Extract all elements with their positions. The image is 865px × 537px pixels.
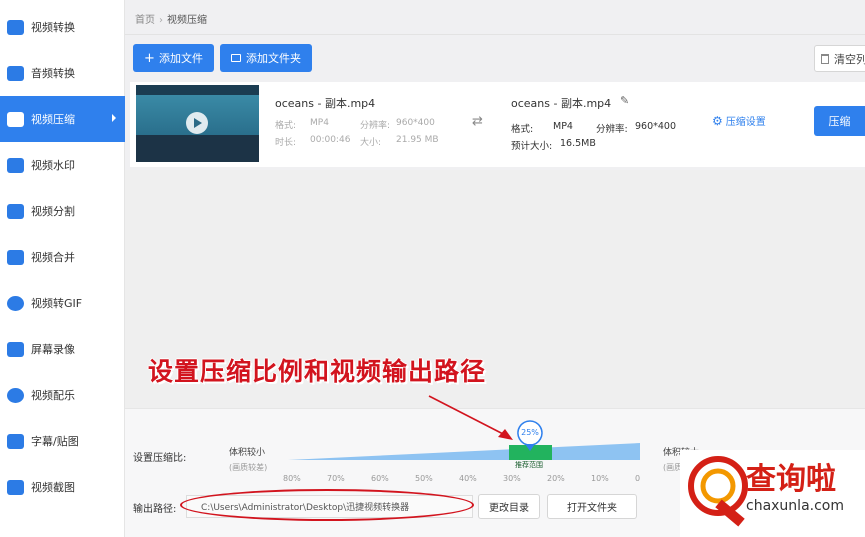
clear-list-label: 清空列	[834, 52, 865, 66]
slider-tick: 30%	[503, 474, 521, 483]
sidebar: 视频转换 音频转换 视频压缩 视频水印 视频分割 视频合并 视频转GIF 屏幕录…	[0, 0, 125, 537]
source-duration-value: 00:00:46	[310, 135, 351, 145]
screen-record-icon	[7, 341, 24, 357]
breadcrumb-home[interactable]: 首页	[135, 15, 155, 26]
watermark-en-text: chaxunla.com	[746, 498, 844, 514]
subtitle-sticker-icon	[7, 433, 24, 449]
source-format-label: 格式:	[275, 121, 297, 131]
thumb-band	[136, 85, 259, 95]
video-gif-icon	[7, 295, 24, 311]
compression-ratio-label: 设置压缩比:	[133, 453, 187, 464]
edit-icon[interactable]: ✎	[620, 94, 629, 107]
sidebar-item-audio-convert[interactable]: 音频转换	[0, 50, 125, 96]
sidebar-item-screen-record[interactable]: 屏幕录像	[0, 326, 125, 372]
add-file-label: 添加文件	[158, 52, 203, 65]
sidebar-item-label: 视频水印	[31, 159, 75, 172]
annotation-caption: 设置压缩比例和视频输出路径	[148, 357, 487, 386]
compress-button[interactable]: 压缩	[814, 106, 865, 136]
slider-tick: 10%	[591, 474, 609, 483]
sidebar-item-label: 视频合并	[31, 251, 75, 264]
video-compress-icon	[7, 111, 24, 127]
sidebar-item-label: 视频转换	[31, 21, 75, 34]
open-folder-button[interactable]: 打开文件夹	[547, 494, 637, 519]
slider-tick: 40%	[459, 474, 477, 483]
video-watermark-icon	[7, 157, 24, 173]
chevron-right-icon	[112, 114, 116, 122]
sidebar-item-video-music[interactable]: 视频配乐	[0, 372, 125, 418]
slider-tick: 80%	[283, 474, 301, 483]
smaller-size-sub: (画质较差)	[229, 463, 268, 472]
video-merge-icon	[7, 249, 24, 265]
source-duration-label: 时长:	[275, 138, 297, 148]
estimate-size-value: 16.5MB	[560, 138, 596, 149]
output-format-value: MP4	[553, 121, 573, 132]
add-file-button[interactable]: + 添加文件	[133, 44, 214, 72]
slider-tick: 0	[635, 474, 641, 483]
slider-tick: 60%	[371, 474, 389, 483]
sidebar-item-label: 视频转GIF	[31, 297, 83, 310]
breadcrumb-separator: ›	[159, 15, 163, 26]
breadcrumb: 首页 › 视频压缩	[135, 11, 207, 26]
compress-settings-label: 压缩设置	[725, 117, 766, 128]
add-folder-label: 添加文件夹	[246, 52, 301, 65]
clear-list-button[interactable]: 清空列	[814, 45, 865, 72]
output-resolution-value: 960*400	[635, 121, 677, 132]
slider-tick: 70%	[327, 474, 345, 483]
sidebar-item-label: 视频压缩	[31, 113, 75, 126]
thumb-band	[136, 135, 259, 162]
video-thumbnail[interactable]	[136, 85, 259, 162]
header-divider	[125, 34, 865, 35]
file-row: oceans - 副本.mp4 格式: MP4 分辨率: 960*400 时长:…	[130, 82, 865, 167]
sidebar-item-label: 视频分割	[31, 205, 75, 218]
slider-tick: 50%	[415, 474, 433, 483]
sidebar-item-label: 视频配乐	[31, 389, 75, 402]
video-convert-icon	[7, 19, 24, 35]
play-icon[interactable]	[186, 112, 208, 134]
output-file-name: oceans - 副本.mp4	[511, 97, 612, 110]
sidebar-item-video-merge[interactable]: 视频合并	[0, 234, 125, 280]
sidebar-item-video-compress[interactable]: 视频压缩	[0, 96, 125, 142]
sidebar-item-video-gif[interactable]: 视频转GIF	[0, 280, 125, 326]
sidebar-item-video-convert[interactable]: 视频转换	[0, 4, 125, 50]
sidebar-item-video-watermark[interactable]: 视频水印	[0, 142, 125, 188]
video-split-icon	[7, 203, 24, 219]
smaller-size-label: 体积较小	[229, 448, 266, 458]
sidebar-item-video-screenshot[interactable]: 视频截图	[0, 464, 125, 510]
slider-track[interactable]	[288, 443, 640, 460]
output-path-label: 输出路径:	[133, 504, 177, 515]
sidebar-item-label: 屏幕录像	[31, 343, 75, 356]
video-music-icon	[7, 387, 24, 403]
sidebar-item-label: 视频截图	[31, 481, 75, 494]
gear-icon: ⚙	[712, 113, 723, 128]
output-resolution-label: 分辨率:	[596, 124, 628, 135]
breadcrumb-current: 视频压缩	[167, 15, 207, 26]
watermark-cn-text: 查询啦	[746, 462, 836, 497]
folder-icon	[231, 54, 241, 62]
trash-icon	[821, 53, 829, 64]
source-resolution-value: 960*400	[396, 118, 435, 128]
plus-icon: +	[144, 50, 155, 66]
source-format-value: MP4	[310, 118, 329, 128]
source-size-value: 21.95 MB	[396, 135, 439, 145]
shuffle-icon: ⇄	[472, 114, 483, 129]
annotation-ellipse	[180, 489, 474, 521]
video-screenshot-icon	[7, 479, 24, 495]
source-file-name: oceans - 副本.mp4	[275, 97, 376, 110]
sidebar-item-subtitle-sticker[interactable]: 字幕/贴图	[0, 418, 125, 464]
estimate-size-label: 预计大小:	[511, 141, 553, 152]
slider-tick: 20%	[547, 474, 565, 483]
compress-settings-link[interactable]: ⚙ 压缩设置	[712, 113, 766, 129]
change-dir-button[interactable]: 更改目录	[478, 494, 540, 519]
add-folder-button[interactable]: 添加文件夹	[220, 44, 312, 72]
sidebar-item-label: 音频转换	[31, 67, 75, 80]
source-resolution-label: 分辨率:	[360, 121, 391, 131]
audio-convert-icon	[7, 65, 24, 81]
source-size-label: 大小:	[360, 138, 382, 148]
sidebar-item-video-split[interactable]: 视频分割	[0, 188, 125, 234]
recommend-range-label: 推荐范围	[515, 461, 543, 469]
annotation-arrow	[428, 395, 513, 440]
output-format-label: 格式:	[511, 124, 534, 135]
sidebar-item-label: 字幕/贴图	[31, 435, 79, 448]
